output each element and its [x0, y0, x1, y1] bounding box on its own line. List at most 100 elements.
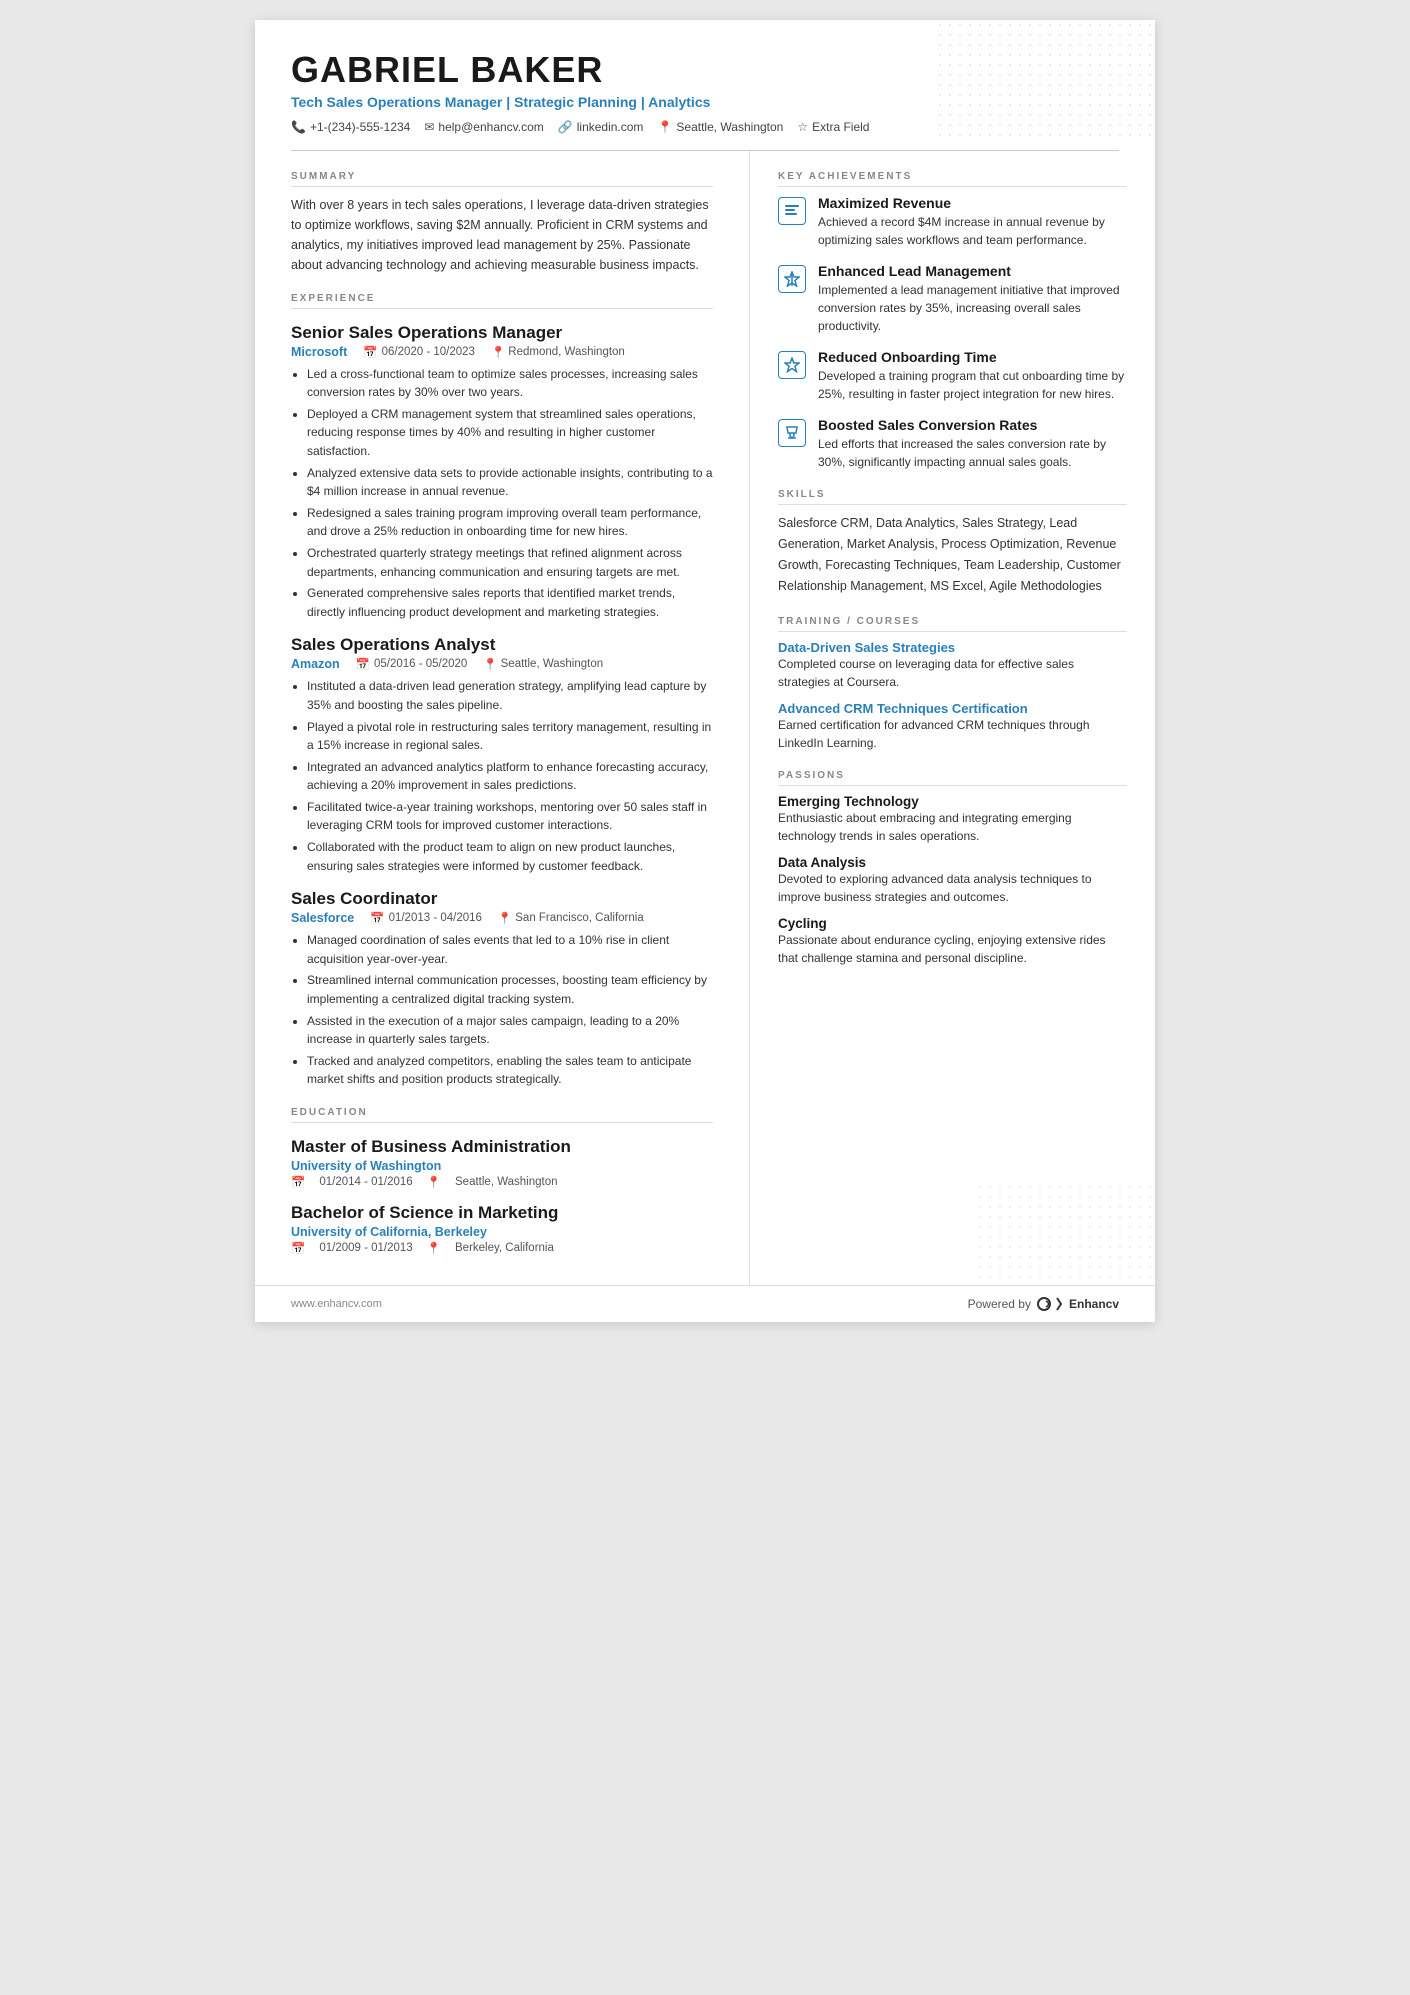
enhancv-brand: Enhancv: [1037, 1296, 1119, 1312]
training-item-1: Data-Driven Sales Strategies Completed c…: [778, 640, 1127, 691]
contact-email: ✉ help@enhancv.com: [424, 120, 543, 134]
achievements-section-title: KEY ACHIEVEMENTS: [778, 171, 1127, 187]
job-bullets-2: Instituted a data-driven lead generation…: [291, 677, 713, 875]
achievement-icon-4: [778, 419, 806, 447]
star-icon: ☆: [797, 120, 808, 134]
job-entry-3: Sales Coordinator Salesforce 📅 01/2013 -…: [291, 889, 713, 1089]
linkedin-icon: 🔗: [558, 120, 573, 134]
calendar-icon-3: 📅: [370, 911, 384, 925]
job-location-3: 📍 San Francisco, California: [498, 911, 644, 925]
job-dates-1: 📅 06/2020 - 10/2023: [363, 345, 475, 359]
left-column: SUMMARY With over 8 years in tech sales …: [255, 151, 750, 1285]
bullet-item: Integrated an advanced analytics platfor…: [307, 758, 713, 795]
resume-page: GABRIEL BAKER Tech Sales Operations Mana…: [255, 20, 1155, 1322]
passions-section-title: PASSIONS: [778, 770, 1127, 786]
bullet-item: Instituted a data-driven lead generation…: [307, 677, 713, 714]
edu-entry-1: Master of Business Administration Univer…: [291, 1137, 713, 1189]
edu-school-2: University of California, Berkeley: [291, 1225, 713, 1239]
bullet-item: Tracked and analyzed competitors, enabli…: [307, 1052, 713, 1089]
summary-section-title: SUMMARY: [291, 171, 713, 187]
experience-section-title: EXPERIENCE: [291, 293, 713, 309]
right-column: KEY ACHIEVEMENTS Maximized Revenue Achie…: [750, 151, 1155, 1285]
training-title-1: Data-Driven Sales Strategies: [778, 640, 1127, 655]
contact-bar: 📞 +1-(234)-555-1234 ✉ help@enhancv.com 🔗…: [291, 120, 1119, 134]
bullet-item: Streamlined internal communication proce…: [307, 971, 713, 1008]
job-company-1: Microsoft: [291, 345, 347, 359]
bullet-item: Deployed a CRM management system that st…: [307, 405, 713, 461]
location-icon: 📍: [657, 120, 672, 134]
bullet-item: Generated comprehensive sales reports th…: [307, 584, 713, 621]
calendar-icon-2: 📅: [356, 657, 370, 671]
job-company-3: Salesforce: [291, 911, 354, 925]
skills-section-title: SKILLS: [778, 489, 1127, 505]
enhancv-logo-icon: [1037, 1296, 1065, 1312]
footer-website: www.enhancv.com: [291, 1298, 382, 1310]
passion-desc-2: Devoted to exploring advanced data analy…: [778, 870, 1127, 906]
contact-linkedin: 🔗 linkedin.com: [558, 120, 644, 134]
summary-text: With over 8 years in tech sales operatio…: [291, 195, 713, 275]
contact-location: 📍 Seattle, Washington: [657, 120, 783, 134]
phone-icon: 📞: [291, 120, 306, 134]
bullet-item: Played a pivotal role in restructuring s…: [307, 718, 713, 755]
pin-icon-3: 📍: [498, 911, 512, 925]
job-location-1: 📍 Redmond, Washington: [491, 345, 625, 359]
edu-meta-1: 📅 01/2014 - 01/2016 📍 Seattle, Washingto…: [291, 1175, 713, 1189]
training-title-2: Advanced CRM Techniques Certification: [778, 701, 1127, 716]
achievement-item-1: Maximized Revenue Achieved a record $4M …: [778, 195, 1127, 249]
passion-desc-3: Passionate about endurance cycling, enjo…: [778, 931, 1127, 967]
candidate-subtitle: Tech Sales Operations Manager | Strategi…: [291, 94, 1119, 110]
bullet-item: Facilitated twice-a-year training worksh…: [307, 798, 713, 835]
achievement-content-4: Boosted Sales Conversion Rates Led effor…: [818, 417, 1127, 471]
achievement-icon-1: [778, 197, 806, 225]
job-title-1: Senior Sales Operations Manager: [291, 323, 713, 343]
achievement-item-2: Enhanced Lead Management Implemented a l…: [778, 263, 1127, 335]
pin-icon-2: 📍: [483, 657, 497, 671]
bullet-item: Led a cross-functional team to optimize …: [307, 365, 713, 402]
passion-item-2: Data Analysis Devoted to exploring advan…: [778, 855, 1127, 906]
achievement-icon-3: [778, 351, 806, 379]
contact-phone: 📞 +1-(234)-555-1234: [291, 120, 410, 134]
calendar-icon-1: 📅: [363, 345, 377, 359]
edu-meta-2: 📅 01/2009 - 01/2013 📍 Berkeley, Californ…: [291, 1241, 713, 1255]
job-title-2: Sales Operations Analyst: [291, 635, 713, 655]
edu-degree-1: Master of Business Administration: [291, 1137, 713, 1157]
edu-degree-2: Bachelor of Science in Marketing: [291, 1203, 713, 1223]
achievement-content-1: Maximized Revenue Achieved a record $4M …: [818, 195, 1127, 249]
passion-title-2: Data Analysis: [778, 855, 1127, 870]
edu-school-1: University of Washington: [291, 1159, 713, 1173]
job-meta-3: Salesforce 📅 01/2013 - 04/2016 📍 San Fra…: [291, 911, 713, 925]
achievement-item-3: Reduced Onboarding Time Developed a trai…: [778, 349, 1127, 403]
passion-title-3: Cycling: [778, 916, 1127, 931]
training-item-2: Advanced CRM Techniques Certification Ea…: [778, 701, 1127, 752]
job-meta-1: Microsoft 📅 06/2020 - 10/2023 📍 Redmond,…: [291, 345, 713, 359]
job-location-2: 📍 Seattle, Washington: [483, 657, 603, 671]
achievement-item-4: Boosted Sales Conversion Rates Led effor…: [778, 417, 1127, 471]
bullet-item: Orchestrated quarterly strategy meetings…: [307, 544, 713, 581]
main-content: SUMMARY With over 8 years in tech sales …: [255, 151, 1155, 1285]
footer-powered-by: Powered by Enhancv: [968, 1296, 1119, 1312]
candidate-name: GABRIEL BAKER: [291, 50, 1119, 90]
passion-item-1: Emerging Technology Enthusiastic about e…: [778, 794, 1127, 845]
job-dates-2: 📅 05/2016 - 05/2020: [356, 657, 468, 671]
bullet-item: Redesigned a sales training program impr…: [307, 504, 713, 541]
passion-title-1: Emerging Technology: [778, 794, 1127, 809]
education-section-title: EDUCATION: [291, 1107, 713, 1123]
job-company-2: Amazon: [291, 657, 340, 671]
training-desc-2: Earned certification for advanced CRM te…: [778, 716, 1127, 752]
training-desc-1: Completed course on leveraging data for …: [778, 655, 1127, 691]
job-dates-3: 📅 01/2013 - 04/2016: [370, 911, 482, 925]
training-section-title: TRAINING / COURSES: [778, 616, 1127, 632]
contact-extra: ☆ Extra Field: [797, 120, 869, 134]
resume-header: GABRIEL BAKER Tech Sales Operations Mana…: [255, 20, 1155, 150]
bullet-item: Collaborated with the product team to al…: [307, 838, 713, 875]
page-footer: www.enhancv.com Powered by Enhancv: [255, 1285, 1155, 1322]
job-bullets-1: Led a cross-functional team to optimize …: [291, 365, 713, 622]
achievement-icon-2: [778, 265, 806, 293]
job-entry-1: Senior Sales Operations Manager Microsof…: [291, 323, 713, 622]
job-meta-2: Amazon 📅 05/2016 - 05/2020 📍 Seattle, Wa…: [291, 657, 713, 671]
achievement-content-2: Enhanced Lead Management Implemented a l…: [818, 263, 1127, 335]
job-entry-2: Sales Operations Analyst Amazon 📅 05/201…: [291, 635, 713, 875]
job-title-3: Sales Coordinator: [291, 889, 713, 909]
bullet-item: Analyzed extensive data sets to provide …: [307, 464, 713, 501]
bullet-item: Assisted in the execution of a major sal…: [307, 1012, 713, 1049]
